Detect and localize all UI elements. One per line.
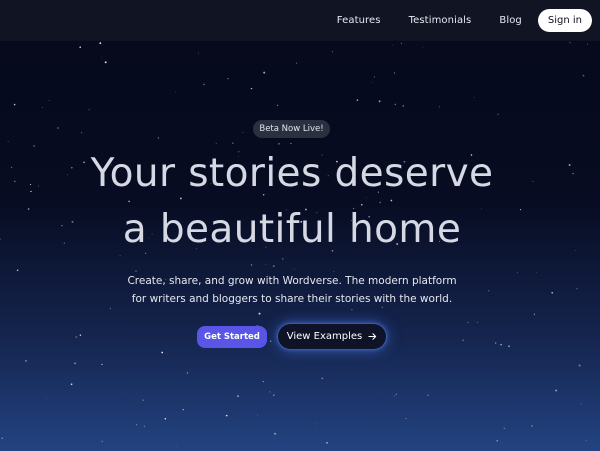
view-examples-label: View Examples xyxy=(286,331,363,342)
arrow-right-icon xyxy=(368,333,377,340)
subtitle-line-1: Create, share, and grow with Wordverse. … xyxy=(127,275,457,287)
hero-section: Beta Now Live! Your stories deserve a be… xyxy=(0,0,600,451)
nav-link-blog[interactable]: Blog xyxy=(499,15,522,26)
view-examples-button[interactable]: View Examples xyxy=(277,323,387,350)
subtitle-line-2: for writers and bloggers to share their … xyxy=(131,293,453,305)
top-navbar: Features Testimonials Blog Sign in xyxy=(0,0,600,40)
get-started-button[interactable]: Get Started xyxy=(197,326,267,348)
nav-link-testimonials[interactable]: Testimonials xyxy=(409,15,472,26)
hero-headline: Your stories deserve a beautiful home xyxy=(0,146,584,258)
headline-line-1: Your stories deserve xyxy=(90,151,494,196)
beta-badge: Beta Now Live! xyxy=(253,120,330,138)
sign-in-button[interactable]: Sign in xyxy=(537,9,592,32)
nav-link-features[interactable]: Features xyxy=(337,15,381,26)
headline-line-2: a beautiful home xyxy=(122,207,462,252)
hero-subtitle: Create, share, and grow with Wordverse. … xyxy=(0,272,584,308)
nav-links: Features Testimonials Blog Sign in xyxy=(337,9,592,32)
